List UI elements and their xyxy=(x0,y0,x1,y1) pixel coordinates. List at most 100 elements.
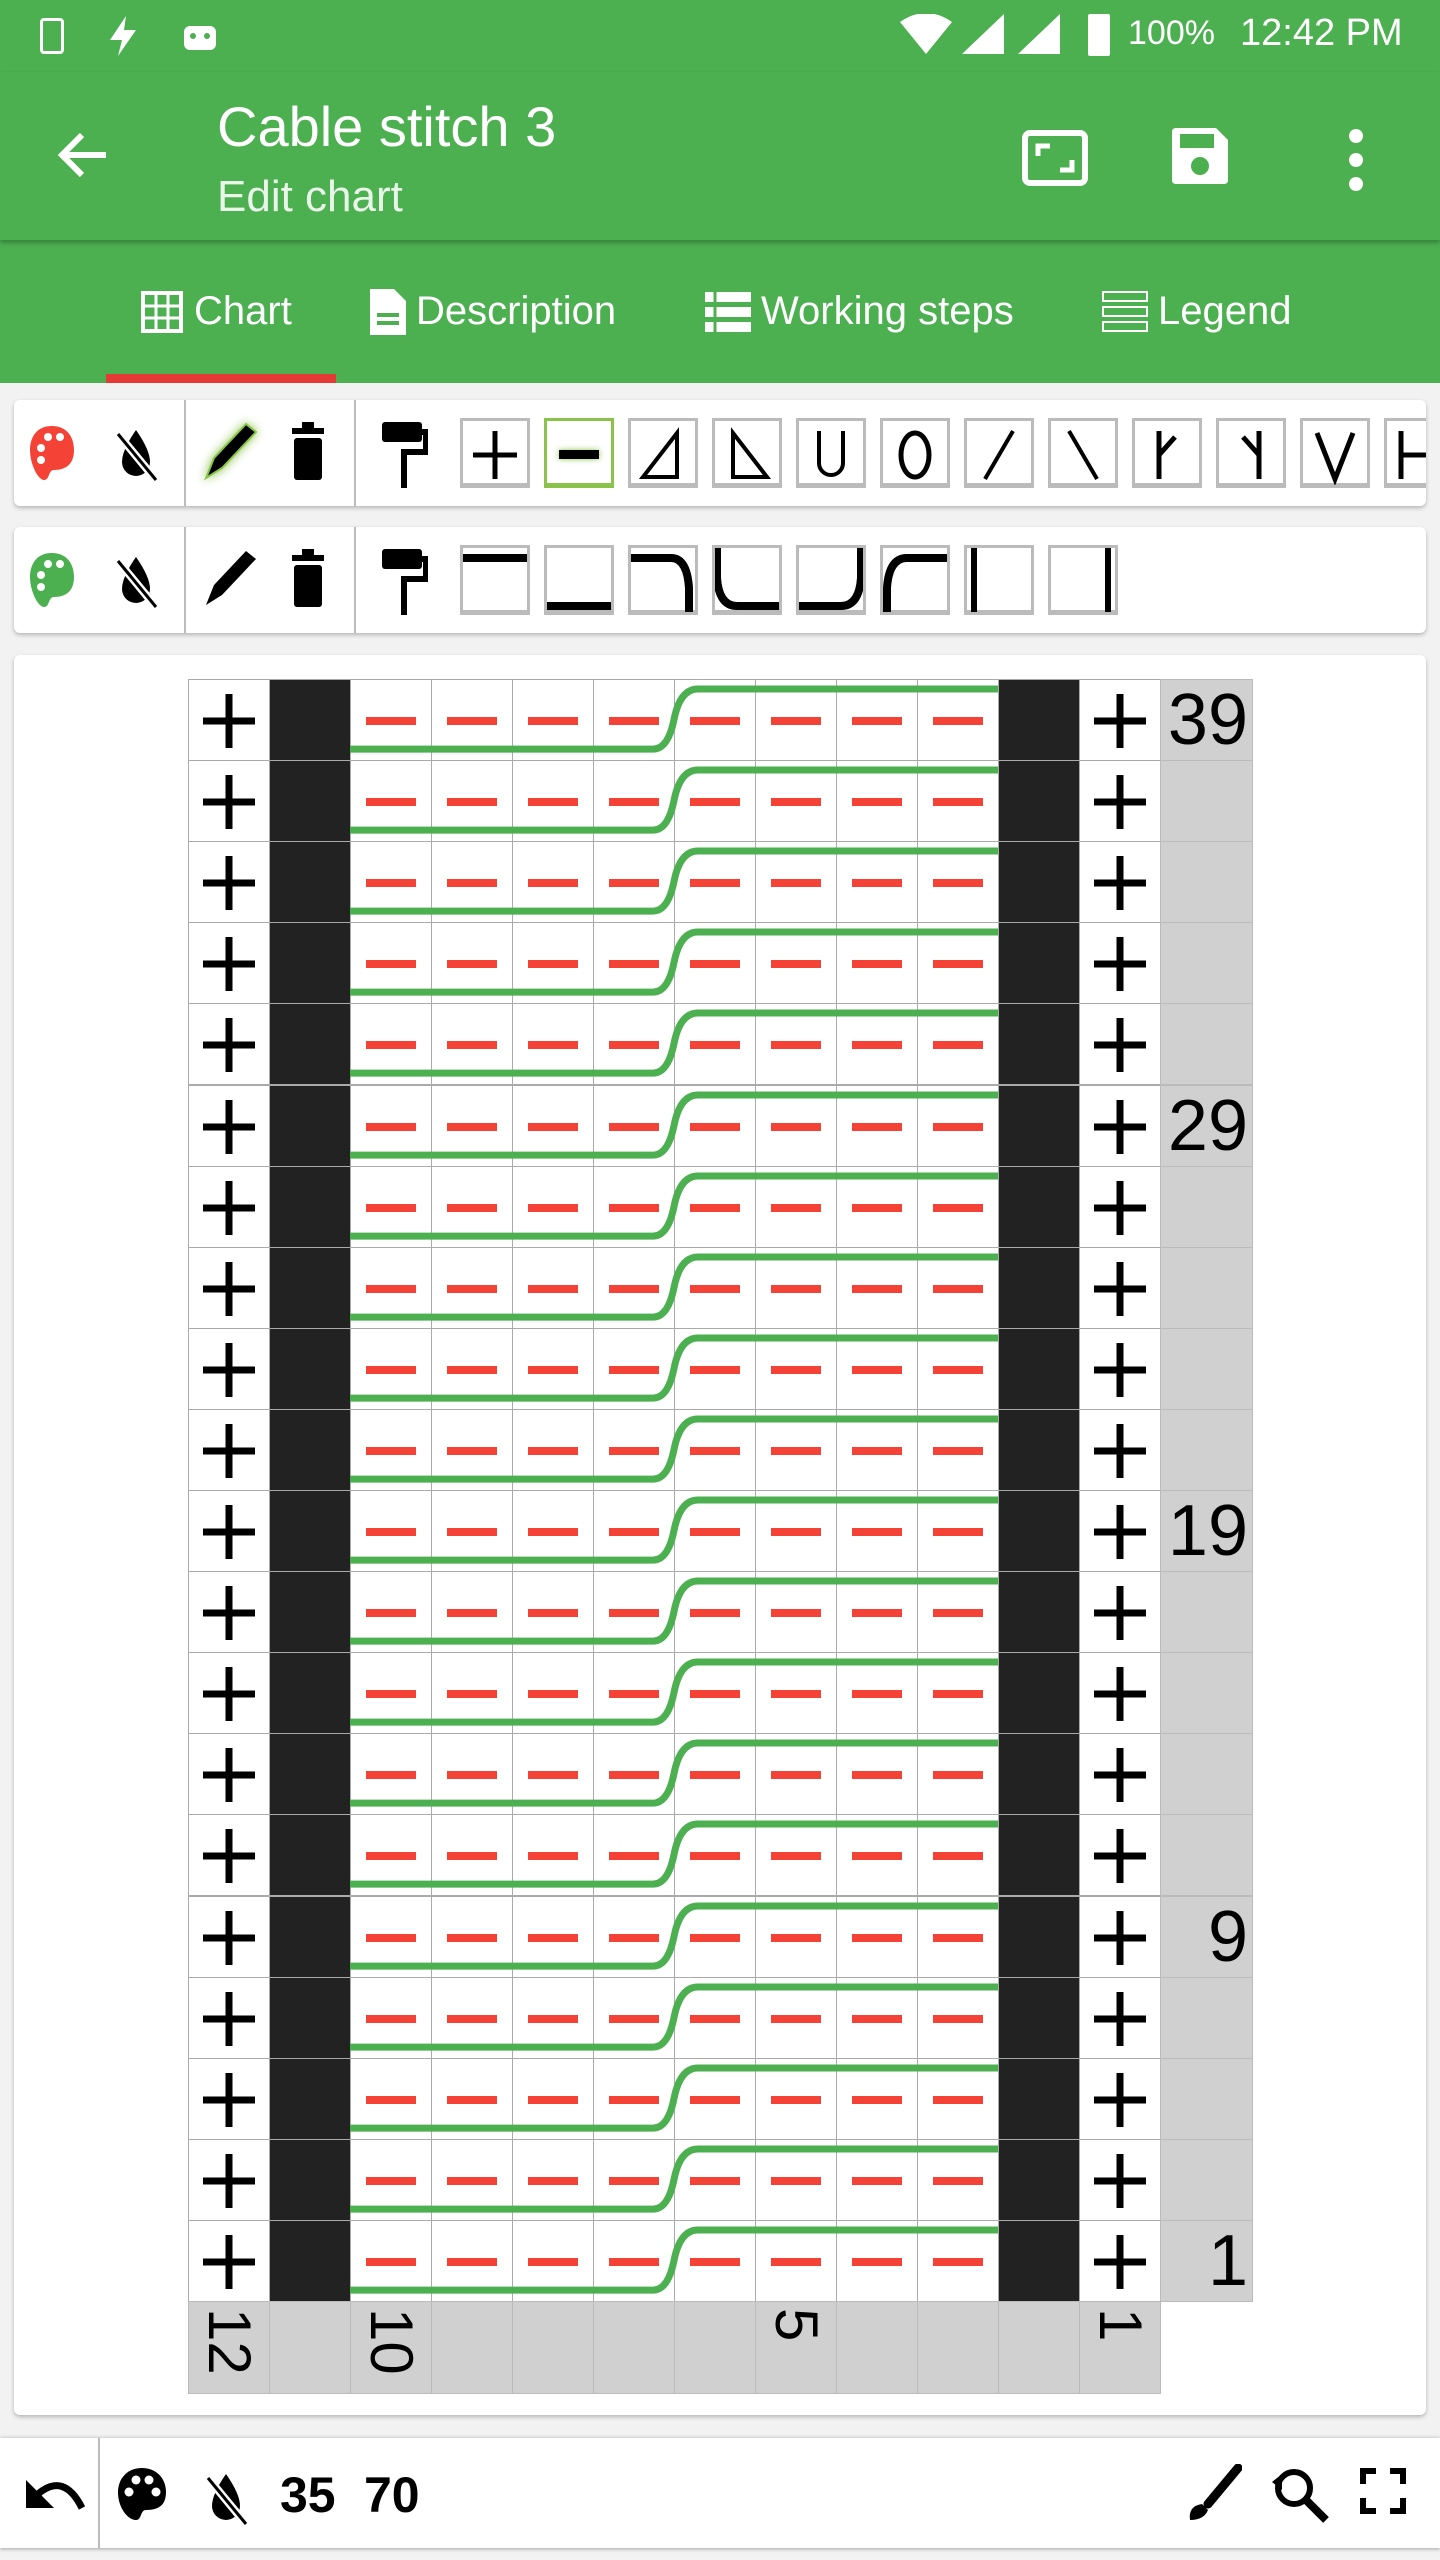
chart-cell[interactable] xyxy=(998,1165,1080,1248)
symbol-button[interactable] xyxy=(1300,418,1370,488)
chart-cell[interactable] xyxy=(1079,2057,1161,2140)
palette-icon[interactable] xyxy=(116,2466,168,2522)
undo-icon[interactable] xyxy=(24,2472,86,2516)
chart-cell[interactable] xyxy=(998,1084,1080,1167)
symbol-button[interactable] xyxy=(796,418,866,488)
chart-cell[interactable] xyxy=(188,922,270,1005)
symbol-button[interactable] xyxy=(712,545,782,615)
chart-cell[interactable] xyxy=(998,841,1080,924)
chart-cell[interactable] xyxy=(1079,1652,1161,1735)
symbol-button[interactable] xyxy=(628,418,698,488)
chart-cell[interactable] xyxy=(188,1327,270,1410)
chart-cell[interactable] xyxy=(269,2219,351,2302)
chart-cell[interactable] xyxy=(188,1165,270,1248)
chart-cell[interactable] xyxy=(1079,1408,1161,1491)
symbol-button[interactable] xyxy=(880,545,950,615)
palette-icon[interactable] xyxy=(28,424,76,482)
chart-cell[interactable] xyxy=(188,2219,270,2302)
chart-cell[interactable] xyxy=(998,1490,1080,1573)
chart-cell[interactable] xyxy=(188,1733,270,1816)
chart-cell[interactable] xyxy=(269,1327,351,1410)
chart-cell[interactable] xyxy=(188,2138,270,2221)
chart-cell[interactable] xyxy=(188,1652,270,1735)
symbol-button[interactable] xyxy=(1132,418,1202,488)
chart-cell[interactable] xyxy=(269,1652,351,1735)
tab-description[interactable]: Description xyxy=(370,240,616,383)
chart-cell[interactable] xyxy=(1079,841,1161,924)
paint-roller-icon[interactable] xyxy=(382,422,428,488)
tab-chart[interactable]: Chart xyxy=(140,240,292,383)
chart-cell[interactable] xyxy=(998,1003,1080,1086)
chart-cell[interactable] xyxy=(1079,1976,1161,2059)
chart-cell[interactable] xyxy=(1079,1327,1161,1410)
chart-cell[interactable] xyxy=(188,760,270,843)
pencil-icon[interactable] xyxy=(200,418,260,484)
chart-cell[interactable] xyxy=(188,1814,270,1897)
symbol-button[interactable] xyxy=(544,545,614,615)
chart-cell[interactable] xyxy=(188,2057,270,2140)
chart-cell[interactable] xyxy=(188,1895,270,1978)
chart-cell[interactable] xyxy=(1079,1246,1161,1329)
chart-cell[interactable] xyxy=(1079,679,1161,762)
more-vert-icon[interactable] xyxy=(1344,128,1368,192)
chart-cell[interactable] xyxy=(998,1408,1080,1491)
chart-cell[interactable] xyxy=(188,1490,270,1573)
chart-cell[interactable] xyxy=(269,1246,351,1329)
chart-cell[interactable] xyxy=(188,1246,270,1329)
chart-cell[interactable] xyxy=(269,1976,351,2059)
chart-cell[interactable] xyxy=(998,1895,1080,1978)
chart-cell[interactable] xyxy=(1079,1895,1161,1978)
tab-legend[interactable]: Legend xyxy=(1102,240,1291,383)
symbol-button[interactable] xyxy=(880,418,950,488)
chart-cell[interactable] xyxy=(1079,2219,1161,2302)
symbol-button[interactable] xyxy=(628,545,698,615)
symbol-button[interactable] xyxy=(964,418,1034,488)
chart-cell[interactable] xyxy=(269,1895,351,1978)
chart-cell[interactable] xyxy=(188,679,270,762)
chart-cell[interactable] xyxy=(269,922,351,1005)
chart-cell[interactable] xyxy=(269,1490,351,1573)
chart-cell[interactable] xyxy=(188,1003,270,1086)
symbol-button[interactable] xyxy=(544,418,614,488)
pencil-icon[interactable] xyxy=(200,545,260,611)
paint-roller-icon[interactable] xyxy=(382,549,428,615)
chart-cell[interactable] xyxy=(1079,1165,1161,1248)
chart-cell[interactable] xyxy=(998,1652,1080,1735)
tab-working-steps[interactable]: Working steps xyxy=(705,240,1014,383)
symbol-button[interactable] xyxy=(712,418,782,488)
chart-cell[interactable] xyxy=(1079,1084,1161,1167)
aspect-ratio-icon[interactable] xyxy=(1022,130,1088,186)
chart-cell[interactable] xyxy=(998,2057,1080,2140)
chart-cell[interactable] xyxy=(269,1733,351,1816)
chart-cell[interactable] xyxy=(269,1084,351,1167)
no-color-icon[interactable] xyxy=(114,553,158,609)
chart-cell[interactable] xyxy=(998,2219,1080,2302)
chart-cell[interactable] xyxy=(269,760,351,843)
chart-cell[interactable] xyxy=(1079,1814,1161,1897)
delete-icon[interactable] xyxy=(290,422,326,480)
symbol-button[interactable] xyxy=(1048,545,1118,615)
chart-cell[interactable] xyxy=(269,1165,351,1248)
no-color-icon[interactable] xyxy=(114,426,158,482)
delete-icon[interactable] xyxy=(290,549,326,607)
chart-cell[interactable] xyxy=(188,841,270,924)
chart-cell[interactable] xyxy=(998,1571,1080,1654)
save-icon[interactable] xyxy=(1172,128,1228,184)
palette-icon[interactable] xyxy=(28,551,76,609)
chart-cell[interactable] xyxy=(188,1408,270,1491)
chart-cell[interactable] xyxy=(269,679,351,762)
chart-cell[interactable] xyxy=(269,1571,351,1654)
zoom-search-icon[interactable] xyxy=(1270,2464,1330,2524)
chart-cell[interactable] xyxy=(269,841,351,924)
chart-cell[interactable] xyxy=(188,1976,270,2059)
chart-cell[interactable] xyxy=(1079,1733,1161,1816)
chart-cell[interactable] xyxy=(998,1733,1080,1816)
chart-cell[interactable] xyxy=(1079,1490,1161,1573)
chart-cell[interactable] xyxy=(998,1246,1080,1329)
back-arrow-icon[interactable] xyxy=(56,132,108,178)
chart-cell[interactable] xyxy=(269,2057,351,2140)
chart-cell[interactable] xyxy=(1079,1571,1161,1654)
chart-cell[interactable] xyxy=(998,2138,1080,2221)
symbol-button[interactable] xyxy=(964,545,1034,615)
symbol-button[interactable] xyxy=(1216,418,1286,488)
